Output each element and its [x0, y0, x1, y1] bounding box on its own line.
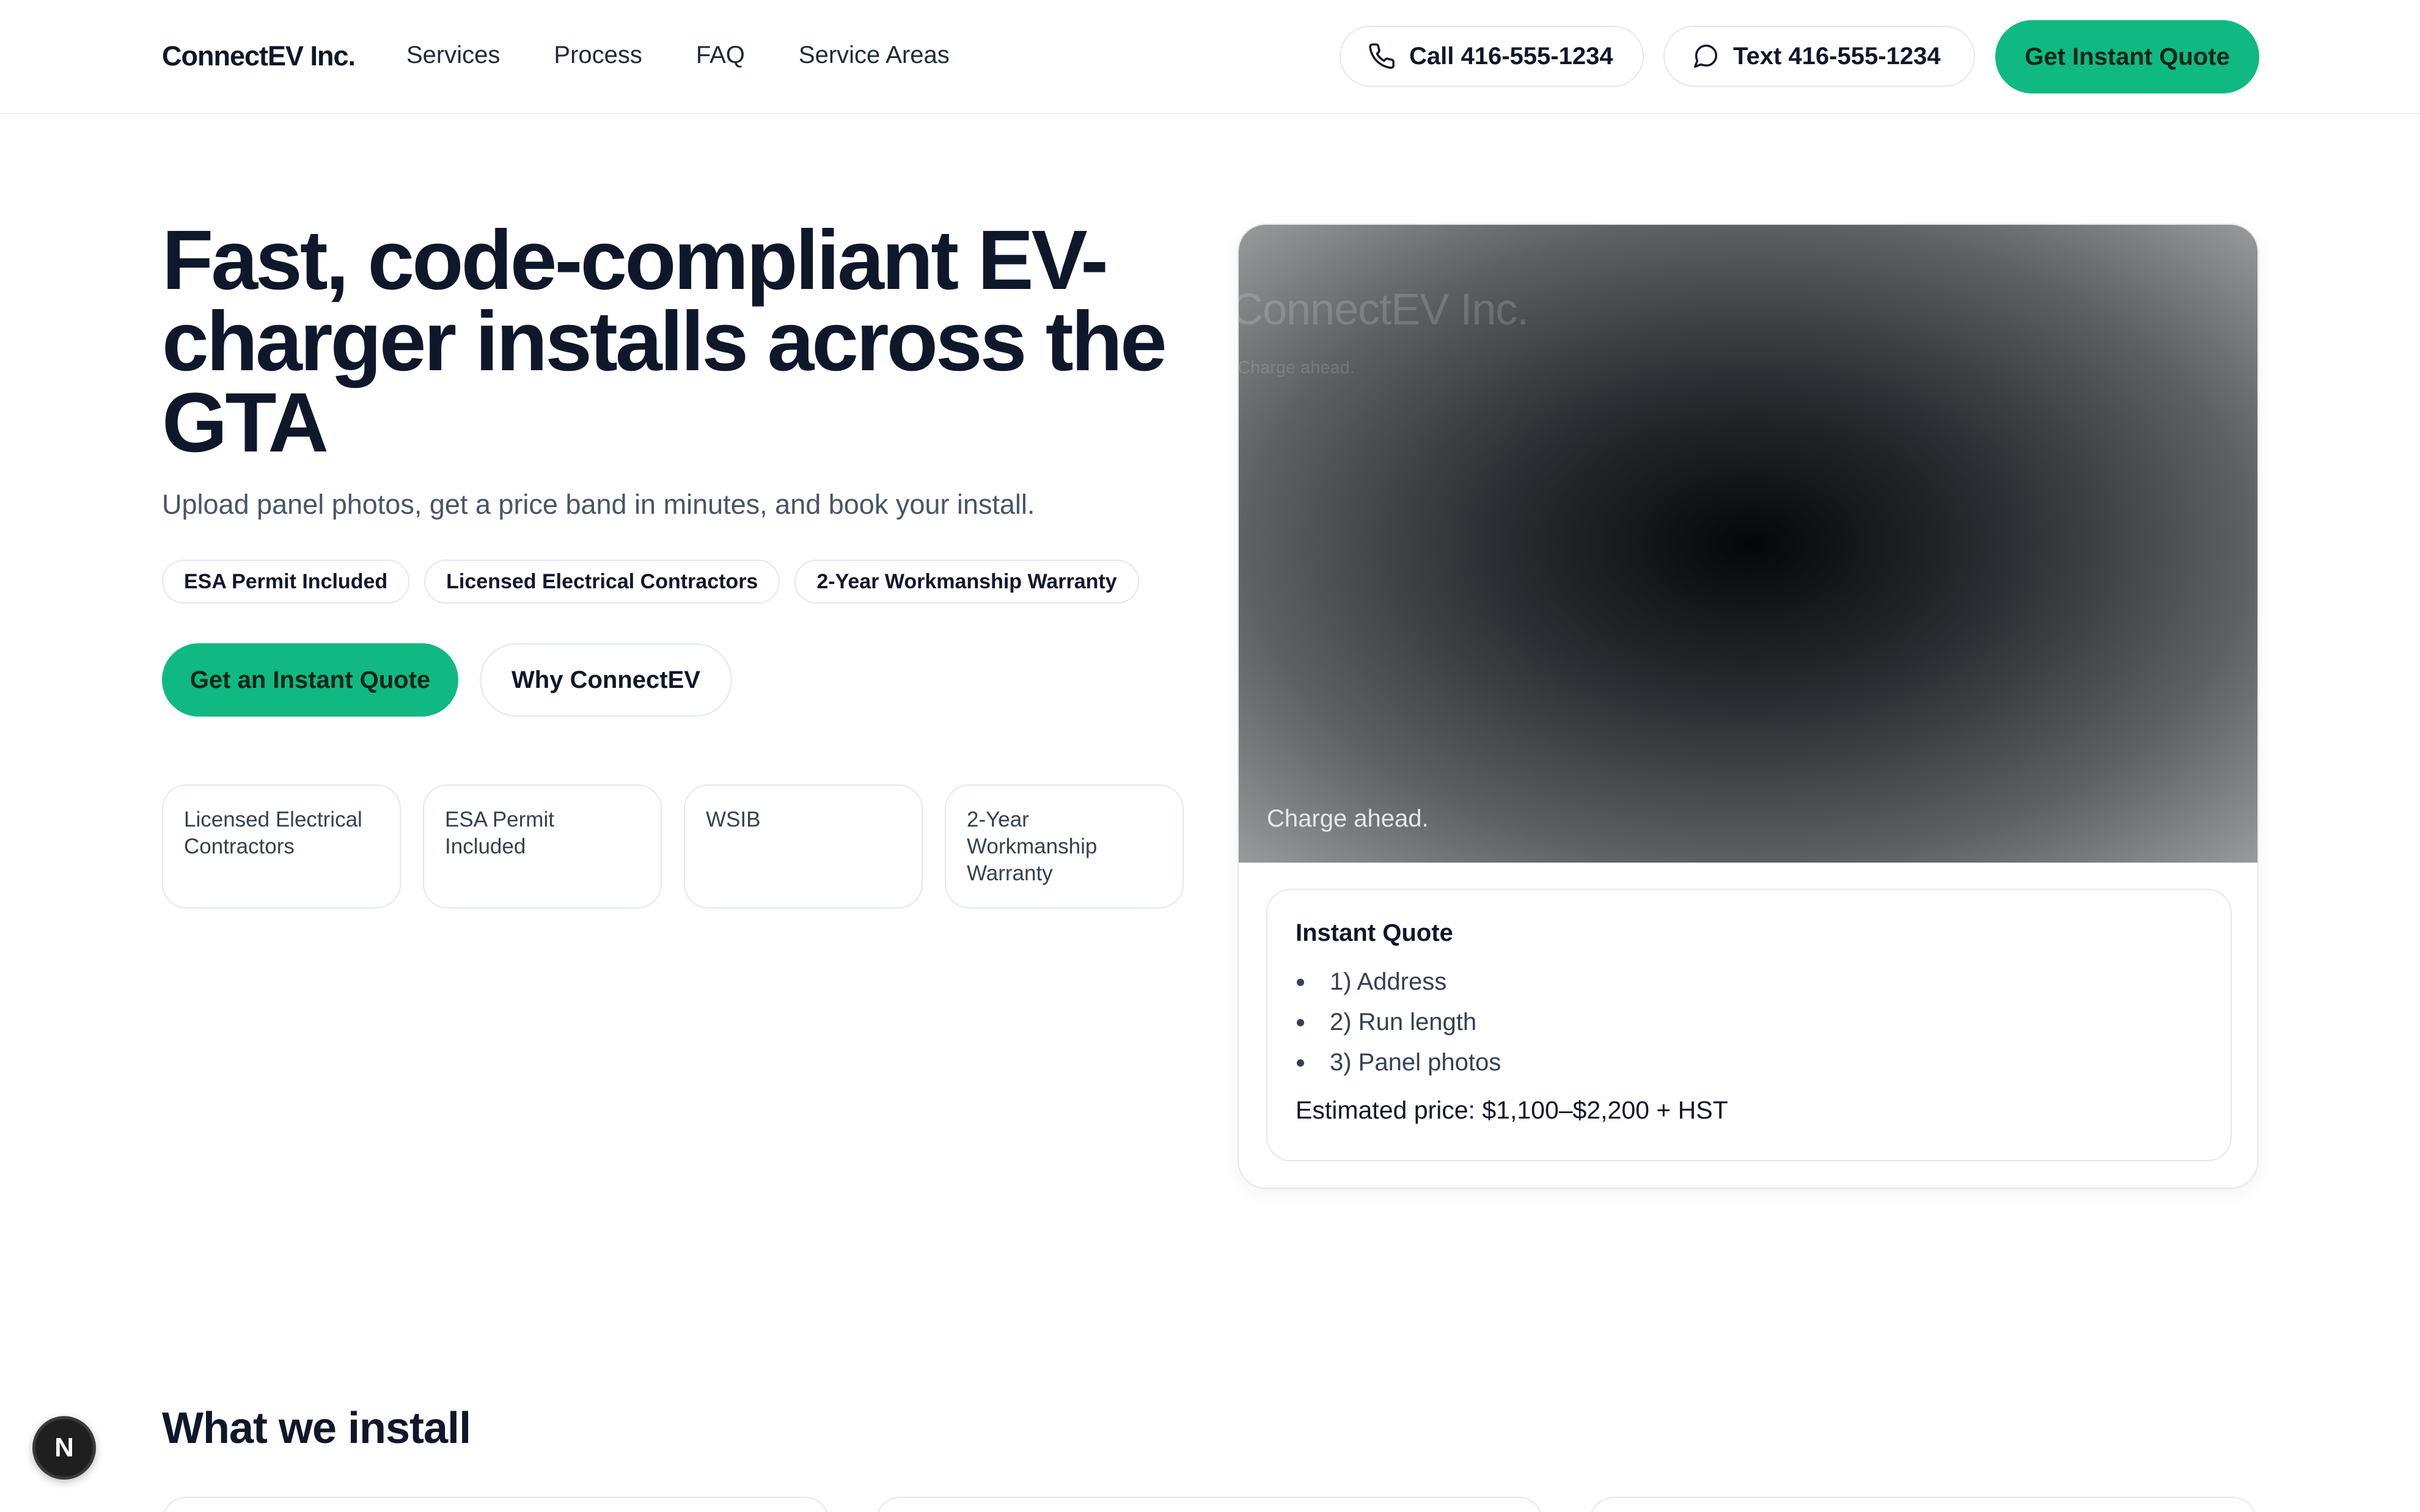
text-button[interactable]: Text 416-555-1234 [1663, 26, 1975, 87]
get-instant-quote-button[interactable]: Get Instant Quote [1995, 20, 2259, 93]
quote-step: 1) Address [1296, 962, 2202, 1002]
quote-step: 2) Run length [1296, 1002, 2202, 1042]
get-an-instant-quote-button[interactable]: Get an Instant Quote [162, 643, 458, 717]
dev-tools-badge[interactable]: N [32, 1416, 96, 1480]
hero-panel: ConnectEV Inc. Charge ahead. Charge ahea… [1238, 224, 2259, 1189]
call-button[interactable]: Call 416-555-1234 [1340, 26, 1644, 87]
badge-licensed-contractors: Licensed Electrical Contractors [424, 560, 780, 604]
badge-warranty: 2-Year Workmanship Warranty [794, 560, 1139, 604]
phone-icon [1369, 43, 1395, 69]
quote-steps: 1) Address 2) Run length 3) Panel photos [1296, 962, 2202, 1083]
trust-card-warranty: 2-Year Workmanship Warranty [945, 784, 1184, 908]
call-label: Call 416-555-1234 [1409, 42, 1613, 70]
install-card[interactable] [876, 1497, 1543, 1512]
quote-step: 3) Panel photos [1296, 1042, 2202, 1083]
nav-service-areas[interactable]: Service Areas [799, 42, 950, 69]
chat-bubble-icon [1694, 45, 1717, 68]
hero-image-tagline: Charge ahead. [1238, 358, 1355, 378]
hero-image-caption: Charge ahead. [1267, 805, 1429, 832]
install-card[interactable] [1590, 1497, 2257, 1512]
install-card[interactable] [162, 1497, 829, 1512]
dev-tools-badge-label: N [54, 1433, 74, 1463]
site-header: ConnectEV Inc. Services Process FAQ Serv… [0, 0, 2420, 114]
badge-esa-permit: ESA Permit Included [162, 560, 410, 604]
text-label: Text 416-555-1234 [1733, 42, 1941, 70]
why-connectev-button[interactable]: Why ConnectEV [480, 643, 732, 717]
logo[interactable]: ConnectEV Inc. [162, 40, 356, 72]
install-cards [162, 1497, 2257, 1512]
hero-image: ConnectEV Inc. Charge ahead. Charge ahea… [1238, 225, 2257, 863]
quote-title: Instant Quote [1296, 919, 1453, 946]
section-title: What we install [162, 1404, 471, 1453]
trust-card-licensed: Licensed Electrical Contractors [162, 784, 401, 908]
trust-card-wsib: WSIB [684, 784, 923, 908]
nav-services[interactable]: Services [406, 42, 500, 69]
estimated-price: Estimated price: $1,100–$2,200 + HST [1296, 1096, 1728, 1124]
hero-subtitle: Upload panel photos, get a price band in… [162, 489, 1035, 520]
trust-cards: Licensed Electrical Contractors ESA Perm… [162, 784, 1184, 908]
main-nav: Services Process FAQ Service Areas [406, 42, 1003, 69]
badge-row: ESA Permit Included Licensed Electrical … [162, 560, 1139, 604]
nav-process[interactable]: Process [554, 42, 642, 69]
hero-title: Fast, code-compliant EV-charger installs… [162, 213, 1167, 470]
trust-card-esa: ESA Permit Included [423, 784, 662, 908]
hero-image-brand: ConnectEV Inc. [1238, 285, 1529, 334]
nav-faq[interactable]: FAQ [696, 42, 745, 69]
instant-quote-card: Instant Quote 1) Address 2) Run length 3… [1266, 889, 2232, 1161]
